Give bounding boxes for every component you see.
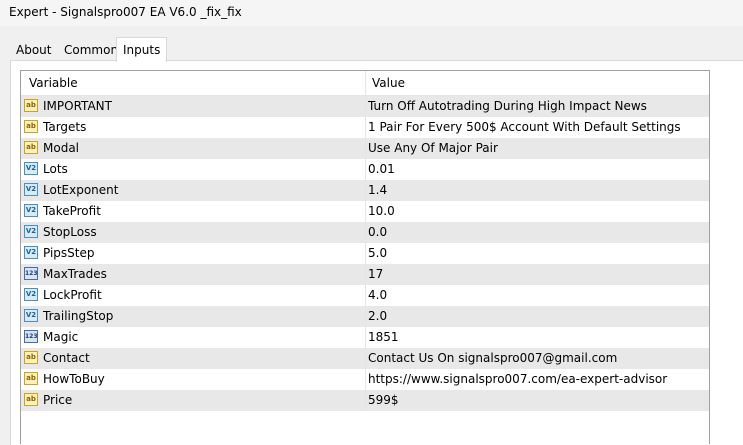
string-type-icon: ab (24, 120, 38, 133)
variable-name: StopLoss (43, 225, 97, 239)
variable-value[interactable]: 0.0 (368, 225, 387, 239)
cell-divider (365, 369, 366, 390)
integer-type-icon: 123 (24, 267, 38, 280)
table-row[interactable]: ab IMPORTANT Turn Off Autotrading During … (21, 96, 709, 117)
tab-about[interactable]: About (10, 40, 57, 60)
table-row[interactable]: V2 TakeProfit 10.0 (21, 201, 709, 222)
window-title: Expert - Signalspro007 EA V6.0 _fix_fix (9, 5, 242, 19)
variable-value[interactable]: 0.01 (368, 162, 395, 176)
string-type-icon: ab (24, 351, 38, 364)
double-type-icon: V2 (24, 288, 38, 301)
cell-divider (365, 117, 366, 138)
variable-name: MaxTrades (43, 267, 107, 281)
title-bar: Expert - Signalspro007 EA V6.0 _fix_fix (0, 0, 743, 26)
table-row[interactable]: V2 LockProfit 4.0 (21, 285, 709, 306)
cell-divider (365, 96, 366, 117)
integer-type-icon: 123 (24, 330, 38, 343)
variable-name: Lots (43, 162, 68, 176)
double-type-icon: V2 (24, 162, 38, 175)
variable-value[interactable]: 2.0 (368, 309, 387, 323)
cell-divider (365, 138, 366, 159)
column-divider[interactable] (365, 71, 366, 95)
table-row[interactable]: 123 Magic 1851 (21, 327, 709, 348)
variable-value[interactable]: Turn Off Autotrading During High Impact … (368, 99, 647, 113)
table-row[interactable]: ab HowToBuy https://www.signalspro007.com/… (21, 369, 709, 390)
table-row[interactable]: ab Contact Contact Us On signalspro007@gma… (21, 348, 709, 369)
table-row[interactable]: V2 Lots 0.01 (21, 159, 709, 180)
table-row[interactable]: ab Targets 1 Pair For Every 500$ Account … (21, 117, 709, 138)
column-header-variable[interactable]: Variable (29, 76, 78, 90)
variable-value[interactable]: 1851 (368, 330, 399, 344)
variable-name: TrailingStop (43, 309, 114, 323)
variable-name: PipsStep (43, 246, 95, 260)
variable-value[interactable]: 10.0 (368, 204, 395, 218)
string-type-icon: ab (24, 372, 38, 385)
cell-divider (365, 327, 366, 348)
table-rows: ab IMPORTANT Turn Off Autotrading During … (21, 96, 709, 411)
variable-name: Price (43, 393, 73, 407)
variable-name: Magic (43, 330, 79, 344)
cell-divider (365, 264, 366, 285)
double-type-icon: V2 (24, 183, 38, 196)
table-row[interactable]: 123 MaxTrades 17 (21, 264, 709, 285)
variable-value[interactable]: Contact Us On signalspro007@gmail.com (368, 351, 617, 365)
variable-value[interactable]: https://www.signalspro007.com/ea-expert-… (368, 372, 667, 386)
variable-name: HowToBuy (43, 372, 105, 386)
column-header-value[interactable]: Value (372, 76, 405, 90)
table-row[interactable]: ab Modal Use Any Of Major Pair (21, 138, 709, 159)
double-type-icon: V2 (24, 225, 38, 238)
variable-value[interactable]: Use Any Of Major Pair (368, 141, 498, 155)
variable-value[interactable]: 4.0 (368, 288, 387, 302)
variable-value[interactable]: 599$ (368, 393, 399, 407)
string-type-icon: ab (24, 141, 38, 154)
cell-divider (365, 243, 366, 264)
variable-name: Targets (43, 120, 87, 134)
table-row[interactable]: V2 StopLoss 0.0 (21, 222, 709, 243)
variable-value[interactable]: 17 (368, 267, 383, 281)
variable-name: IMPORTANT (43, 99, 112, 113)
double-type-icon: V2 (24, 204, 38, 217)
cell-divider (365, 222, 366, 243)
cell-divider (365, 306, 366, 327)
tab-inputs[interactable]: Inputs (116, 37, 168, 62)
table-row[interactable]: V2 LotExponent 1.4 (21, 180, 709, 201)
table-row[interactable]: ab Price 599$ (21, 390, 709, 411)
string-type-icon: ab (24, 393, 38, 406)
variable-value[interactable]: 1 Pair For Every 500$ Account With Defau… (368, 120, 681, 134)
variable-name: Modal (43, 141, 79, 155)
cell-divider (365, 390, 366, 411)
cell-divider (365, 180, 366, 201)
table-row[interactable]: V2 TrailingStop 2.0 (21, 306, 709, 327)
table-row[interactable]: V2 PipsStep 5.0 (21, 243, 709, 264)
cell-divider (365, 201, 366, 222)
variable-name: LockProfit (43, 288, 102, 302)
variable-name: LotExponent (43, 183, 119, 197)
inputs-table: Variable Value ab IMPORTANT Turn Off Auto… (20, 70, 710, 444)
cell-divider (365, 285, 366, 306)
cell-divider (365, 348, 366, 369)
variable-value[interactable]: 1.4 (368, 183, 387, 197)
tab-common[interactable]: Common (58, 40, 124, 60)
variable-name: TakeProfit (43, 204, 101, 218)
double-type-icon: V2 (24, 309, 38, 322)
string-type-icon: ab (24, 99, 38, 112)
cell-divider (365, 159, 366, 180)
table-header: Variable Value (21, 71, 709, 96)
variable-value[interactable]: 5.0 (368, 246, 387, 260)
variable-name: Contact (43, 351, 90, 365)
double-type-icon: V2 (24, 246, 38, 259)
